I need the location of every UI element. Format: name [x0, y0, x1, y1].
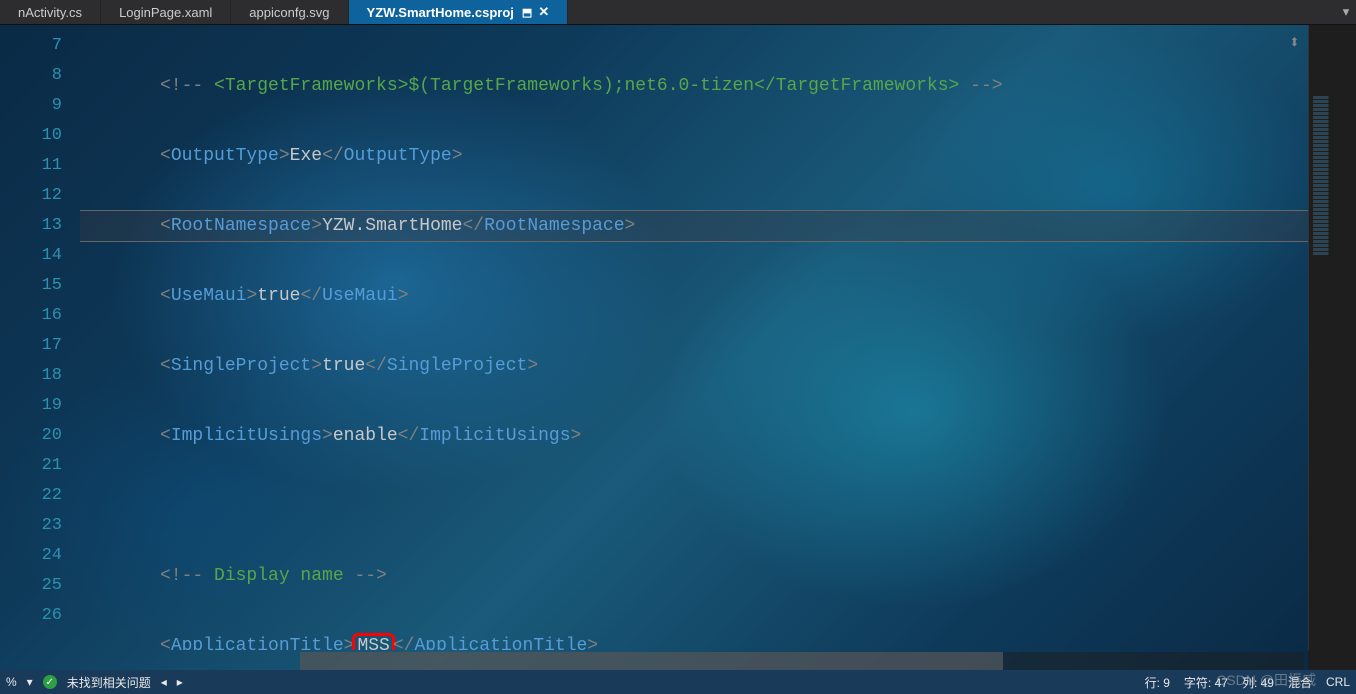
line-ending[interactable]: CRL: [1326, 675, 1350, 689]
code-line: <UseMaui>true</UseMaui>: [80, 281, 1308, 311]
code-line: <SingleProject>true</SingleProject>: [80, 351, 1308, 381]
line-number: 7: [0, 31, 80, 61]
tab-appicon[interactable]: appiconfg.svg: [231, 0, 348, 24]
highlight-box: MSS: [352, 633, 394, 650]
line-number: 23: [0, 511, 80, 541]
tab-dropdown-icon[interactable]: ▾: [1336, 0, 1356, 24]
dropdown-icon[interactable]: ▾: [27, 675, 33, 689]
minimap[interactable]: [1308, 25, 1356, 650]
line-number: 26: [0, 601, 80, 631]
line-number: 19: [0, 391, 80, 421]
code-line: <ApplicationTitle>MSS</ApplicationTitle>: [80, 631, 1308, 650]
line-number: 20: [0, 421, 80, 451]
code-line: <OutputType>Exe</OutputType>: [80, 141, 1308, 171]
close-icon[interactable]: ✕: [538, 4, 549, 20]
tab-label: YZW.SmartHome.csproj: [367, 5, 514, 20]
tab-loginpage[interactable]: LoginPage.xaml: [101, 0, 231, 24]
line-number: 16: [0, 301, 80, 331]
tab-csproj-active[interactable]: YZW.SmartHome.csproj ⬒ ✕: [349, 0, 569, 24]
tab-bar: nActivity.cs LoginPage.xaml appiconfg.sv…: [0, 0, 1356, 25]
line-number: 17: [0, 331, 80, 361]
code-line: <!-- <TargetFrameworks>$(TargetFramework…: [80, 71, 1308, 101]
check-icon: ✓: [43, 675, 57, 689]
horizontal-scrollbar[interactable]: [300, 652, 1304, 670]
code-line-blank: [80, 491, 1308, 521]
cursor-line[interactable]: 行: 9: [1145, 674, 1170, 691]
line-number: 13: [0, 211, 80, 241]
nav-right-icon[interactable]: ▸: [177, 675, 183, 689]
tab-label: LoginPage.xaml: [119, 5, 212, 20]
scrollbar-thumb[interactable]: [300, 652, 1003, 670]
line-number: 25: [0, 571, 80, 601]
line-number: 22: [0, 481, 80, 511]
no-issues-label[interactable]: 未找到相关问题: [67, 674, 151, 691]
line-number-gutter: 7 8 9 10 11 12 13 14 15 16 17 18 19 20 2…: [0, 25, 80, 650]
indent-mode[interactable]: 混合: [1288, 674, 1312, 691]
status-bar: % ▾ ✓ 未找到相关问题 ◂ ▸ 行: 9 字符: 47 列: 49 混合 C…: [0, 670, 1356, 694]
line-number: 12: [0, 181, 80, 211]
line-number: 18: [0, 361, 80, 391]
cursor-col[interactable]: 列: 49: [1242, 674, 1274, 691]
pin-icon[interactable]: ⬒: [522, 6, 532, 19]
tab-label: nActivity.cs: [18, 5, 82, 20]
editor: 7 8 9 10 11 12 13 14 15 16 17 18 19 20 2…: [0, 25, 1356, 650]
tab-label: appiconfg.svg: [249, 5, 329, 20]
code-line: <!-- Display name -->: [80, 561, 1308, 591]
split-window-icon[interactable]: ⬍: [1289, 32, 1300, 54]
line-number: 8: [0, 61, 80, 91]
zoom-indicator[interactable]: %: [6, 675, 17, 689]
line-number: 11: [0, 151, 80, 181]
cursor-chars[interactable]: 字符: 47: [1184, 674, 1228, 691]
line-number: 21: [0, 451, 80, 481]
tab-nactivity[interactable]: nActivity.cs: [0, 0, 101, 24]
code-area[interactable]: <!-- <TargetFrameworks>$(TargetFramework…: [80, 25, 1308, 650]
line-number: 9: [0, 91, 80, 121]
line-number: 14: [0, 241, 80, 271]
line-number: 24: [0, 541, 80, 571]
line-number: 15: [0, 271, 80, 301]
code-line-selected: <RootNamespace>YZW.SmartHome</RootNamesp…: [80, 211, 1308, 241]
line-number: 10: [0, 121, 80, 151]
code-line: <ImplicitUsings>enable</ImplicitUsings>: [80, 421, 1308, 451]
nav-left-icon[interactable]: ◂: [161, 675, 167, 689]
